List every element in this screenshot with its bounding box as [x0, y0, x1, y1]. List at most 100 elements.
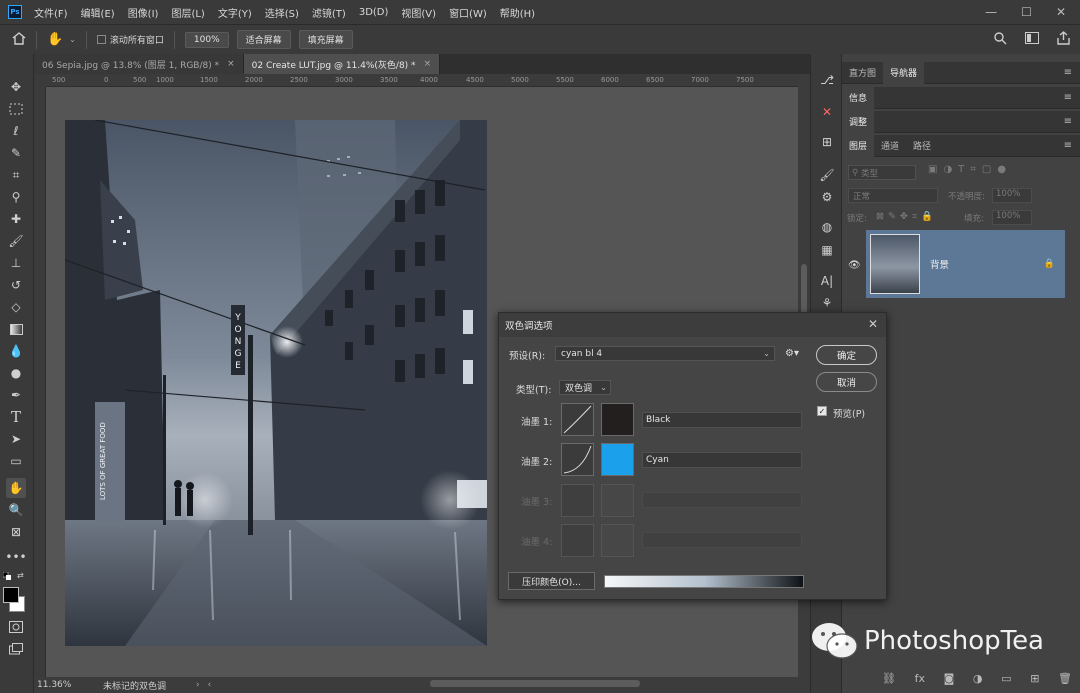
delete-layer-icon[interactable]: 🗑	[1058, 672, 1072, 685]
horizontal-scroll-thumb[interactable]	[430, 680, 640, 687]
brush-settings-icon[interactable]: 🖌	[819, 167, 835, 183]
dodge-tool-icon[interactable]: ●	[6, 363, 26, 383]
hand-tool-icon[interactable]: ✋	[47, 32, 63, 47]
tab-info[interactable]: 信息	[842, 86, 875, 109]
tab-adjustments[interactable]: 调整	[842, 110, 875, 133]
preset-select[interactable]: cyan bl 4 ⌄	[555, 346, 775, 361]
quick-select-tool-icon[interactable]: ✎	[6, 143, 26, 163]
menu-filter[interactable]: 滤镜(T)	[312, 5, 346, 20]
menu-layer[interactable]: 图层(L)	[171, 5, 204, 20]
ink2-curve[interactable]	[561, 443, 594, 476]
hand-tool-icon[interactable]: ✋	[6, 478, 26, 498]
type-select[interactable]: 双色调 ⌄	[559, 380, 611, 395]
properties-icon[interactable]: ⚙	[819, 189, 835, 205]
search-icon[interactable]	[994, 31, 1007, 48]
disable-icon[interactable]: ✕	[819, 104, 835, 120]
layer-kind-filter[interactable]: ⚲ 类型	[848, 165, 916, 180]
swap-colors-icon[interactable]: ⇄	[17, 571, 24, 580]
zoom-level[interactable]: 11.36%	[37, 680, 97, 690]
paragraph-icon[interactable]: ⚘	[819, 295, 835, 311]
share-icon[interactable]	[1057, 31, 1070, 48]
doc-tab-sepia[interactable]: 06 Sepia.jpg @ 13.8% (图层 1, RGB/8) * ×	[34, 54, 244, 74]
fill-input[interactable]: 100%	[992, 210, 1032, 225]
link-layers-icon[interactable]: ⛓	[882, 672, 896, 685]
move-tool-icon[interactable]: ✥	[6, 77, 26, 97]
blur-tool-icon[interactable]: 💧	[6, 341, 26, 361]
tab-histogram[interactable]: 直方图	[842, 62, 883, 84]
tab-layers[interactable]: 图层	[842, 134, 875, 157]
panel-menu-icon[interactable]: ≡	[1064, 116, 1072, 127]
cancel-button[interactable]: 取消	[816, 372, 877, 392]
zoom-tool-icon[interactable]: 🔍	[6, 500, 26, 520]
workspace-icon[interactable]	[1025, 32, 1039, 47]
tool-preset-chevron-icon[interactable]: ⌄	[69, 35, 76, 44]
ink2-color-swatch[interactable]	[601, 443, 634, 476]
fit-screen-button[interactable]: 适合屏幕	[236, 30, 291, 49]
text-icon[interactable]: A|	[819, 273, 835, 289]
preview-checkbox[interactable]: ✓	[817, 406, 827, 416]
ok-button[interactable]: 确定	[816, 345, 877, 365]
healing-brush-tool-icon[interactable]: ✚	[6, 209, 26, 229]
new-layer-icon[interactable]: ⊞	[1030, 672, 1039, 685]
frame-tool-icon[interactable]: ⊠	[6, 522, 26, 542]
gradient-tool-icon[interactable]	[6, 319, 26, 339]
add-mask-icon[interactable]: ◙	[944, 672, 955, 685]
menu-3d[interactable]: 3D(D)	[359, 7, 389, 18]
close-icon[interactable]: ✕	[868, 317, 878, 331]
character-icon[interactable]: ⊞	[819, 134, 835, 150]
history-brush-tool-icon[interactable]: ↺	[6, 275, 26, 295]
menu-edit[interactable]: 编辑(E)	[81, 5, 115, 20]
new-group-icon[interactable]: ▭	[1001, 672, 1011, 685]
lock-icons[interactable]: ⊠✎✥⌗🔒	[876, 211, 937, 222]
eraser-tool-icon[interactable]: ◇	[6, 297, 26, 317]
blend-mode-select[interactable]: 正常	[848, 188, 938, 203]
ink1-name-field[interactable]: Black	[642, 412, 802, 428]
clone-stamp-tool-icon[interactable]: ⊥	[6, 253, 26, 273]
pen-tool-icon[interactable]: ✒	[6, 385, 26, 405]
path-select-tool-icon[interactable]: ➤	[6, 429, 26, 449]
home-icon[interactable]	[12, 31, 26, 48]
overprint-colors-button[interactable]: 压印颜色(O)...	[508, 572, 595, 590]
menu-type[interactable]: 文字(Y)	[218, 5, 252, 20]
type-tool-icon[interactable]: T	[6, 407, 26, 427]
brush-tool-icon[interactable]: 🖌	[6, 231, 26, 251]
panel-menu-icon[interactable]: ≡	[1064, 140, 1072, 151]
eyedropper-tool-icon[interactable]: ⚲	[6, 187, 26, 207]
menu-window[interactable]: 窗口(W)	[449, 5, 487, 20]
foreground-color-swatch[interactable]	[3, 587, 19, 603]
default-colors-icon[interactable]	[2, 571, 11, 580]
menu-image[interactable]: 图像(I)	[128, 5, 159, 20]
visibility-eye-icon[interactable]: 👁	[848, 260, 861, 271]
ink1-curve[interactable]	[561, 403, 594, 436]
adjustment-layer-icon[interactable]: ◑	[973, 672, 983, 685]
crop-tool-icon[interactable]: ⌗	[6, 165, 26, 185]
ink2-name-field[interactable]: Cyan	[642, 452, 802, 468]
menu-view[interactable]: 视图(V)	[401, 5, 436, 20]
more-tools-icon[interactable]: •••	[5, 547, 26, 567]
close-tab-icon[interactable]: ×	[424, 59, 432, 69]
lasso-tool-icon[interactable]: ℓ	[6, 121, 26, 141]
fx-icon[interactable]: fx	[915, 672, 925, 685]
panel-menu-icon[interactable]: ≡	[1064, 67, 1072, 78]
opacity-input[interactable]: 100%	[992, 188, 1032, 203]
tab-navigator[interactable]: 导航器	[883, 61, 925, 84]
panel-menu-icon[interactable]: ≡	[1064, 92, 1072, 103]
preset-gear-icon[interactable]: ⚙▾	[785, 348, 799, 359]
menu-select[interactable]: 选择(S)	[265, 5, 299, 20]
scroll-all-checkbox[interactable]	[96, 35, 106, 44]
tab-channels[interactable]: 通道	[874, 135, 906, 157]
maximize-icon[interactable]: ☐	[1021, 5, 1032, 19]
close-window-icon[interactable]: ✕	[1056, 5, 1066, 19]
status-menu-chevron-icon[interactable]: ›	[196, 680, 200, 690]
grid-icon[interactable]: ▦	[819, 242, 835, 258]
lock-icon[interactable]: 🔒	[1044, 259, 1055, 269]
layer-background[interactable]: 背景 🔒	[866, 230, 1065, 298]
tab-paths[interactable]: 路径	[906, 135, 938, 157]
menu-help[interactable]: 帮助(H)	[500, 5, 535, 20]
shape-tool-icon[interactable]: ▭	[6, 451, 26, 471]
zoom-100-button[interactable]: 100%	[184, 31, 229, 48]
menu-file[interactable]: 文件(F)	[34, 5, 68, 20]
swatches-icon[interactable]: ◍	[819, 219, 835, 235]
minimize-icon[interactable]: —	[985, 5, 997, 19]
marquee-tool-icon[interactable]	[6, 99, 26, 119]
